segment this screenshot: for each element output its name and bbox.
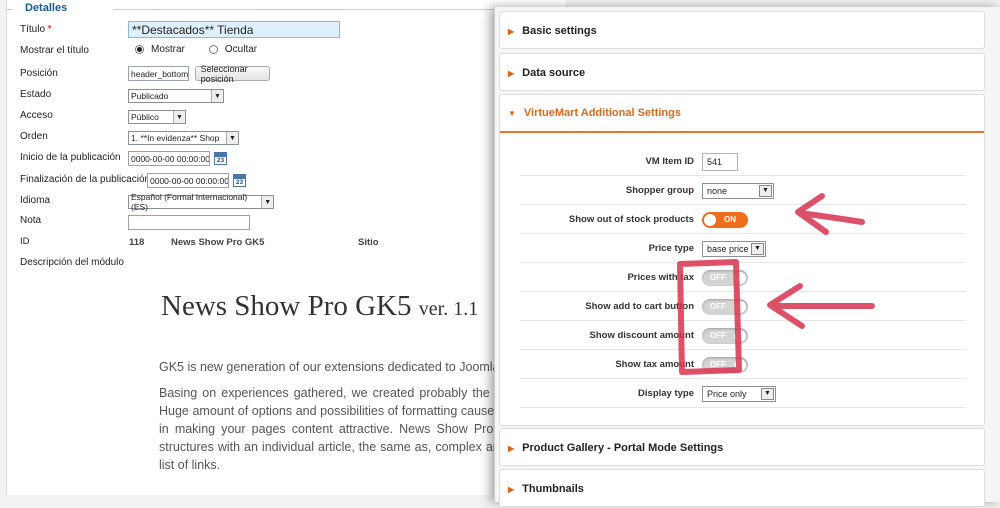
highlight-box bbox=[677, 259, 742, 375]
fieldset-legend-wrap: Detalles bbox=[13, 0, 113, 16]
details-legend: Detalles bbox=[25, 2, 68, 14]
annotation-overlay bbox=[677, 193, 875, 375]
